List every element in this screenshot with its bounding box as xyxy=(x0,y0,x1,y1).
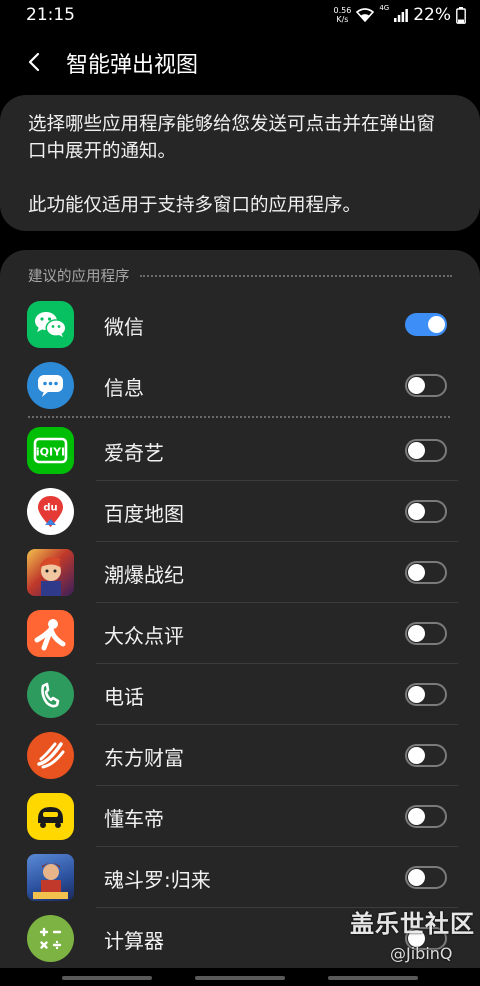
section-title: 建议的应用程序 xyxy=(28,269,130,285)
toggle-switch[interactable] xyxy=(405,500,447,523)
app-label: 东方财富 xyxy=(104,746,184,770)
game-icon xyxy=(27,549,74,596)
navigation-bar xyxy=(0,968,480,986)
toggle-switch[interactable] xyxy=(405,744,447,767)
app-row-dianping[interactable]: 大众点评 xyxy=(0,603,480,664)
status-indicators: 0.56 K/s 4G 22% xyxy=(334,3,467,27)
app-row-contra[interactable]: 魂斗罗:归来 xyxy=(0,847,480,908)
toggle-switch[interactable] xyxy=(405,374,447,397)
app-row-iqiyi[interactable]: iQIYI 爱奇艺 xyxy=(0,420,480,481)
app-label: 百度地图 xyxy=(104,502,184,526)
toggle-switch[interactable] xyxy=(405,805,447,828)
app-row-eastmoney[interactable]: 东方财富 xyxy=(0,725,480,786)
battery-percentage: 22% xyxy=(413,5,451,25)
toggle-knob xyxy=(408,869,425,886)
nav-recents-handle[interactable] xyxy=(62,976,152,980)
dongchedi-icon xyxy=(27,793,74,840)
app-row-phone[interactable]: 电话 xyxy=(0,664,480,725)
app-row-wechat[interactable]: 微信 xyxy=(0,294,480,355)
app-label: 计算器 xyxy=(104,929,164,953)
toggle-knob xyxy=(408,747,425,764)
page-title: 智能弹出视图 xyxy=(66,53,199,78)
app-label: 潮爆战纪 xyxy=(104,563,184,587)
baidu-map-icon: du xyxy=(27,488,74,535)
toggle-knob xyxy=(408,503,425,520)
network-type: 4G xyxy=(379,4,390,12)
app-label: 电话 xyxy=(104,685,144,709)
eastmoney-icon xyxy=(27,732,74,779)
svg-text:iQIYI: iQIYI xyxy=(36,446,65,459)
app-label: 大众点评 xyxy=(104,624,184,648)
battery-icon xyxy=(456,6,466,24)
toggle-switch[interactable] xyxy=(405,439,447,462)
toggle-knob xyxy=(408,808,425,825)
toggle-switch[interactable] xyxy=(405,561,447,584)
watermark-user: @JibinQ xyxy=(390,944,453,963)
toggle-knob xyxy=(428,316,445,333)
phone-icon xyxy=(27,671,74,718)
status-time: 21:15 xyxy=(26,5,75,25)
back-button[interactable] xyxy=(18,46,50,78)
back-arrow-icon xyxy=(28,52,40,72)
app-row-dongchedi[interactable]: 懂车帝 xyxy=(0,786,480,847)
messages-icon xyxy=(27,362,74,409)
wifi-icon xyxy=(356,8,375,22)
app-list-card: 建议的应用程序 微信 信息 iQIYI 爱奇艺 du 百度地图 潮爆战纪 大众点… xyxy=(0,250,480,986)
nav-home-handle[interactable] xyxy=(195,976,285,980)
toggle-knob xyxy=(408,564,425,581)
app-label: 信息 xyxy=(104,376,144,400)
network-speed: 0.56 K/s xyxy=(334,6,352,24)
app-row-baidu-map[interactable]: du 百度地图 xyxy=(0,481,480,542)
wechat-icon xyxy=(27,301,74,348)
description-note: 此功能仅适用于支持多窗口的应用程序。 xyxy=(28,195,362,216)
app-label: 微信 xyxy=(104,315,144,339)
toggle-switch[interactable] xyxy=(405,622,447,645)
app-label: 爱奇艺 xyxy=(104,441,164,465)
svg-text:du: du xyxy=(43,503,57,514)
section-header: 建议的应用程序 xyxy=(28,265,452,286)
nav-back-handle[interactable] xyxy=(328,976,418,980)
network-speed-unit: K/s xyxy=(336,15,349,24)
status-bar: 21:15 0.56 K/s 4G 22% xyxy=(0,0,480,30)
calculator-icon xyxy=(27,915,74,962)
app-label: 懂车帝 xyxy=(104,807,164,831)
toggle-knob xyxy=(408,377,425,394)
network-speed-value: 0.56 xyxy=(333,6,352,15)
toggle-knob xyxy=(408,625,425,642)
app-row-messages[interactable]: 信息 xyxy=(0,355,480,416)
watermark-brand: 盖乐世社区 xyxy=(350,910,475,938)
app-bar: 智能弹出视图 xyxy=(0,30,480,94)
toggle-knob xyxy=(408,442,425,459)
description-text: 选择哪些应用程序能够给您发送可点击并在弹出窗口中展开的通知。 xyxy=(28,114,436,162)
toggle-switch[interactable] xyxy=(405,313,447,336)
contra-icon xyxy=(27,854,74,901)
description-card: 选择哪些应用程序能够给您发送可点击并在弹出窗口中展开的通知。 此功能仅适用于支持… xyxy=(0,95,480,231)
app-row-chaobao[interactable]: 潮爆战纪 xyxy=(0,542,480,603)
signal-icon xyxy=(394,9,409,22)
dianping-icon xyxy=(27,610,74,657)
section-divider xyxy=(139,274,452,277)
app-label: 魂斗罗:归来 xyxy=(104,868,211,892)
toggle-knob xyxy=(408,686,425,703)
toggle-switch[interactable] xyxy=(405,683,447,706)
group-divider xyxy=(28,416,450,418)
toggle-switch[interactable] xyxy=(405,866,447,889)
iqiyi-icon: iQIYI xyxy=(27,427,74,474)
